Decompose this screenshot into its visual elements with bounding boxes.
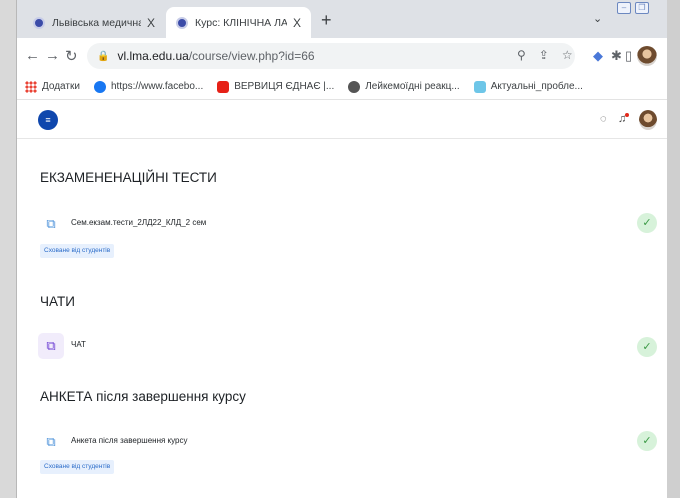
bookmark-actual[interactable]: Актуальні_пробле...: [473, 80, 583, 93]
extension-icon[interactable]: ◆: [593, 48, 603, 64]
hidden-badge: Сховане від студентів: [40, 460, 115, 474]
completion-check-icon[interactable]: ✓: [637, 337, 657, 357]
browser-toolbar: ← → ↻ 🔒 vl.lma.edu.ua/course/view.php?id…: [17, 38, 667, 74]
bookmark-label: https://www.facebo...: [110, 81, 204, 92]
activity-link[interactable]: ЧАТ: [71, 340, 86, 349]
chat-icon: ⧉: [38, 333, 64, 359]
desktop-edge: [667, 0, 680, 498]
share-icon[interactable]: ⇪: [539, 48, 549, 62]
url-host: vl.lma.edu.ua: [117, 49, 189, 63]
notification-dot: [625, 113, 629, 117]
address-bar[interactable]: 🔒 vl.lma.edu.ua/course/view.php?id=66: [87, 43, 575, 69]
bookmark-label: Додатки: [42, 81, 80, 92]
user-avatar[interactable]: [639, 110, 657, 130]
omnibox-actions: ⚲ ⇪ ☆: [517, 48, 573, 62]
messages-icon[interactable]: ◌: [600, 113, 607, 125]
bookmark-star-icon[interactable]: ☆: [562, 48, 573, 62]
quiz-icon: ⧉: [46, 216, 56, 231]
apps-grid-icon: [25, 80, 37, 93]
tab-course[interactable]: Курс: КЛІНІЧНА ЛАБОРАТОРНА X: [166, 7, 311, 38]
section-title: ЧАТИ: [40, 294, 75, 309]
profile-avatar[interactable]: [637, 46, 657, 66]
restore-icon[interactable]: ❐: [635, 2, 649, 14]
zoom-icon[interactable]: ⚲: [517, 48, 526, 62]
new-tab-button[interactable]: +: [321, 10, 332, 31]
completion-check-icon[interactable]: ✓: [637, 213, 657, 233]
bookmark-label: Лейкемоїдні реакц...: [365, 81, 460, 92]
youtube-icon: [217, 80, 230, 93]
tab-title: Львівська медична академія ім: [52, 16, 141, 29]
reload-icon[interactable]: ↻: [65, 47, 78, 65]
bookmark-leukemoid[interactable]: Лейкемоїдні реакц...: [348, 80, 460, 93]
activity-row[interactable]: ⧉ Сем.екзам.тести_2ЛД22_КЛД_2 сем ✓: [17, 209, 667, 245]
site-header: ≡ ◌ ♫: [17, 101, 667, 139]
activity-row[interactable]: ⧉ ЧАТ ✓: [17, 331, 667, 367]
bookmark-label: ВЕРВИЦЯ ЄДНАЄ |...: [234, 81, 335, 92]
bookmark-label: Актуальні_пробле...: [490, 81, 583, 92]
bookmarks-bar: Додатки https://www.facebo... ВЕРВИЦЯ ЄД…: [17, 74, 667, 100]
activity-link[interactable]: Сем.екзам.тести_2ЛД22_КЛД_2 сем: [71, 218, 206, 227]
site-logo[interactable]: ≡: [38, 110, 58, 130]
tab-academy[interactable]: Львівська медична академія ім X: [23, 7, 165, 38]
browser-window: Львівська медична академія ім X Курс: КЛ…: [17, 0, 667, 498]
favicon-icon: [176, 16, 188, 29]
tab-close-button[interactable]: X: [147, 16, 155, 30]
hidden-badge: Сховане від студентів: [40, 244, 115, 258]
tab-strip: Львівська медична академія ім X Курс: КЛ…: [17, 0, 667, 38]
tab-title: Курс: КЛІНІЧНА ЛАБОРАТОРНА: [195, 16, 287, 29]
bookmark-apps[interactable]: Додатки: [25, 80, 80, 93]
bookmark-facebook[interactable]: https://www.facebo...: [93, 80, 204, 93]
url-path: /course/view.php?id=66: [188, 49, 315, 63]
lock-icon[interactable]: 🔒: [97, 51, 109, 62]
tab-search-chevron-icon[interactable]: ⌄: [593, 12, 602, 25]
extensions-puzzle-icon[interactable]: ✱: [611, 48, 622, 64]
completion-check-icon[interactable]: ✓: [637, 431, 657, 451]
side-panel-icon[interactable]: ▯: [625, 48, 632, 64]
globe-icon: [348, 80, 361, 93]
section-title: ЕКЗАМЕНЕНАЦІЙНІ ТЕСТИ: [40, 170, 217, 185]
gem-icon: [473, 80, 486, 93]
forward-arrow-icon[interactable]: →: [45, 47, 60, 64]
back-arrow-icon[interactable]: ←: [25, 47, 40, 64]
quiz-icon: ⧉: [46, 434, 56, 449]
minimize-icon[interactable]: –: [617, 2, 631, 14]
window-controls: – ❐: [617, 2, 649, 14]
activity-row[interactable]: ⧉ Анкета після завершення курсу ✓: [17, 427, 667, 463]
favicon-icon: [33, 16, 45, 29]
activity-link[interactable]: Анкета після завершення курсу: [71, 436, 188, 445]
tab-close-button[interactable]: X: [293, 16, 301, 30]
section-title: АНКЕТА після завершення курсу: [40, 389, 246, 404]
facebook-icon: [93, 80, 106, 93]
bookmark-youtube[interactable]: ВЕРВИЦЯ ЄДНАЄ |...: [217, 80, 335, 93]
